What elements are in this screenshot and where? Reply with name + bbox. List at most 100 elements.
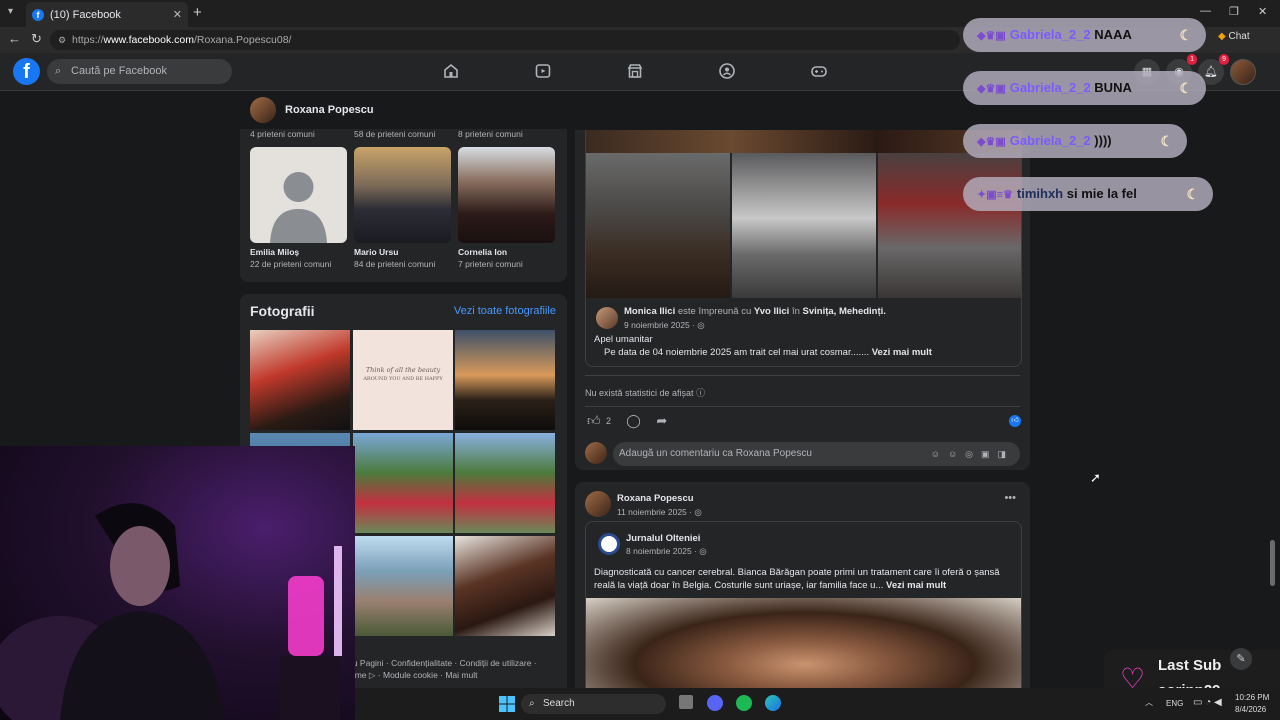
friend-mutual-top: 4 prieteni comuni [250,129,315,139]
photo-thumbnail[interactable] [353,433,453,533]
like-icon[interactable]: 👍︎ [587,413,601,428]
footer-line[interactable]: ame ▷ · Module cookie · Mai mult [350,669,560,681]
shared-author-text: Jurnalul Olteniei [626,533,701,544]
photo-thumbnail[interactable] [455,330,555,430]
with-text: este împreună cu [677,306,752,317]
gaming-icon[interactable] [810,62,828,80]
see-more-link[interactable]: Vezi mai mult [872,347,932,358]
spotify-icon[interactable] [736,695,752,711]
tab-menu-icon[interactable]: ▾ [8,6,13,17]
post-options-icon[interactable]: ••• [1004,492,1016,504]
shared-date[interactable]: 8 noiembrie 2025 · ◎ [626,546,707,557]
shared-article[interactable]: Jurnalul Olteniei 8 noiembrie 2025 · ◎ D… [585,521,1022,692]
file-explorer-icon[interactable] [679,695,693,709]
minimize-icon[interactable]: — [1200,5,1211,17]
post-date[interactable]: 9 noiembrie 2025 · ◎ [624,320,705,331]
window-close-icon[interactable]: ✕ [1258,5,1267,18]
friend-item[interactable]: Cornelia Ion 7 prieteni comuni [458,147,556,269]
post-date[interactable]: 11 noiembrie 2025 · ◎ [617,507,702,518]
comment-tools-icons[interactable]: ☺☺◎▣◨ [931,442,1014,466]
last-sub-label: Last Sub [1158,657,1222,674]
clock-time[interactable]: 10:26 PM [1235,693,1269,702]
edge-icon[interactable] [765,695,781,711]
see-all-photos-link[interactable]: Vezi toate fotografiile [454,305,556,317]
shared-photo[interactable] [732,153,876,298]
windows-start-icon[interactable] [499,696,515,712]
tab-close-icon[interactable]: ✕ [173,8,182,21]
shared-post-box[interactable]: Monica Ilici este împreună cu Yvo Ilici … [585,130,1022,367]
site-info-icon[interactable]: ⚙ [58,30,66,50]
photo-thumbnail[interactable] [455,433,555,533]
maximize-icon[interactable]: ❐ [1229,5,1239,18]
friend-item[interactable]: Emilia Miloș 22 de prieteni comuni [250,147,348,269]
clock-date[interactable]: 8/4/2026 [1235,705,1266,714]
divider [585,406,1020,407]
friend-photo [458,147,555,243]
video-icon[interactable] [534,62,552,80]
profile-name[interactable]: Roxana Popescu [285,104,374,116]
article-image[interactable] [586,598,1021,692]
tray-chevron-icon[interactable]: ︿ [1145,697,1153,708]
moon-icon: ☾ [1179,27,1192,43]
language-indicator[interactable]: ENG [1166,699,1183,708]
photo-thumbnail[interactable]: Think of all the beauty AROUND YOU AND B… [353,330,453,430]
reload-icon[interactable]: ↻ [31,31,42,47]
facebook-logo-icon[interactable]: f [13,58,40,85]
place-name[interactable]: Svinița, Mehedinți. [803,306,886,317]
shared-author[interactable]: Jurnalul Olteniei [626,533,700,544]
footer-line[interactable]: ru Pagini · Confidențialitate · Condiții… [350,657,560,669]
new-tab-icon[interactable]: + [193,4,202,21]
back-icon[interactable]: ← [8,31,21,46]
home-icon[interactable] [442,62,460,80]
friend-item[interactable]: Mario Ursu 84 de prieteni comuni [354,147,452,269]
post-header: Monica Ilici este împreună cu Yvo Ilici … [624,306,886,317]
author-avatar[interactable] [596,307,618,329]
author-avatar[interactable] [585,491,611,517]
taskbar-search[interactable]: ⌕ Search [521,694,666,714]
author-name[interactable]: Monica Ilici [624,306,675,317]
chat-badges-icon: ◆♛▣ [977,136,1006,148]
chat-message: ✦▣≡♛ timihxh si mie la fel ☾ [963,177,1213,211]
page-avatar[interactable] [598,533,620,555]
discord-icon[interactable] [707,695,723,711]
post-actions: 👍︎ ◯ ➦ [587,413,667,429]
groups-icon[interactable] [718,62,736,80]
info-icon[interactable]: ⓘ [696,388,705,398]
photo-thumbnail[interactable] [353,536,453,636]
like-reaction-icon[interactable]: 👍︎ [1009,415,1021,427]
marketplace-icon[interactable] [626,62,644,80]
post-text-line: Apel umanitar [594,334,653,345]
author-name[interactable]: Roxana Popescu [617,493,694,504]
shared-photo[interactable] [878,153,1021,298]
shared-photo-top [586,130,1021,153]
network-volume-icons[interactable]: ▭ ◔ ◀︎ [1193,697,1222,708]
tab-title: (10) Facebook [50,8,121,21]
search-icon: ⌕ [529,698,535,709]
friend-name[interactable]: Mario Ursu [354,247,452,257]
photo-thumbnail[interactable] [455,536,555,636]
browser-chat-button[interactable]: ◆ Chat [1218,31,1250,42]
profile-avatar[interactable] [250,97,276,123]
copilot-icon: ◆ [1218,31,1226,42]
url-field[interactable]: ⚙ https://www.facebook.com/Roxana.Popesc… [50,30,960,50]
comment-icon[interactable]: ◯ [626,413,641,428]
tagged-name[interactable]: Yvo Ilici [754,306,789,317]
chat-text: )))) [1094,133,1112,148]
chat-message: ◆♛▣ Gabriela_2_2 NAAA ☾ [963,18,1206,52]
facebook-search-input[interactable]: ⌕ Caută pe Facebook [47,59,232,84]
page-scrollbar[interactable] [1270,540,1275,586]
photo-thumbnail[interactable] [250,330,350,430]
account-avatar[interactable] [1230,59,1256,85]
friend-name[interactable]: Cornelia Ion [458,247,556,257]
shared-photo[interactable] [586,153,730,298]
new-message-icon[interactable]: ✎ [1230,648,1252,670]
share-icon[interactable]: ➦ [656,413,667,428]
no-stats-label: Nu există statistici de afișat [585,388,694,398]
chat-badges-icon: ◆♛▣ [977,83,1006,95]
friend-mutual-top: 8 prieteni comuni [458,129,523,139]
shared-text: Diagnosticată cu cancer cerebral. Bianca… [594,566,1018,592]
tab-facebook[interactable]: f (10) Facebook ✕ [26,2,188,27]
comment-input[interactable]: Adaugă un comentariu ca Roxana Popescu ☺… [613,442,1020,466]
friend-name[interactable]: Emilia Miloș [250,247,348,257]
see-more-link[interactable]: Vezi mai mult [886,580,946,591]
